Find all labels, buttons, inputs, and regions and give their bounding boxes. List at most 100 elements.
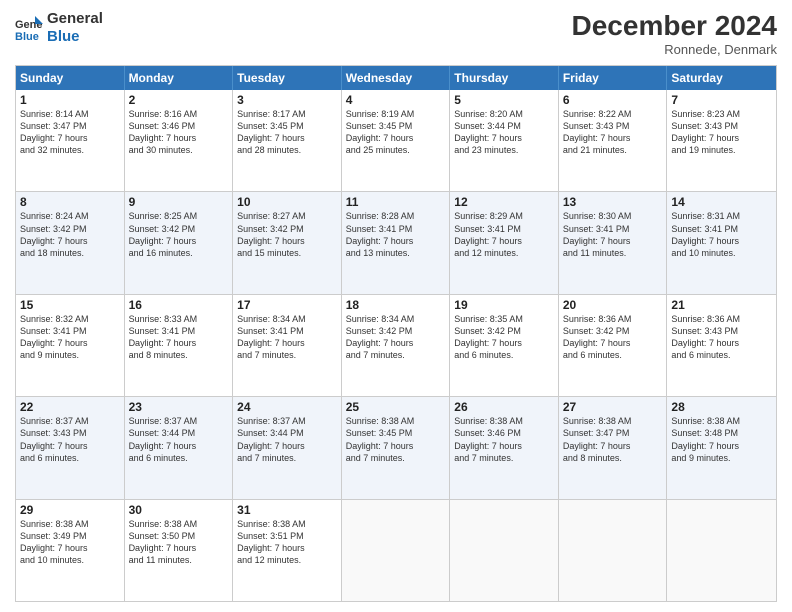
- day-number: 5: [454, 93, 554, 107]
- day-number: 16: [129, 298, 229, 312]
- day-number: 14: [671, 195, 772, 209]
- day-number: 11: [346, 195, 446, 209]
- day-number: 17: [237, 298, 337, 312]
- day-number: 10: [237, 195, 337, 209]
- header-cell-sunday: Sunday: [16, 66, 125, 90]
- location: Ronnede, Denmark: [572, 42, 777, 57]
- day-info: Sunrise: 8:36 AM Sunset: 3:43 PM Dayligh…: [671, 313, 772, 362]
- header-cell-tuesday: Tuesday: [233, 66, 342, 90]
- day-cell-23: 23Sunrise: 8:37 AM Sunset: 3:44 PM Dayli…: [125, 397, 234, 498]
- day-number: 24: [237, 400, 337, 414]
- day-number: 21: [671, 298, 772, 312]
- day-info: Sunrise: 8:37 AM Sunset: 3:43 PM Dayligh…: [20, 415, 120, 464]
- day-number: 22: [20, 400, 120, 414]
- header-cell-wednesday: Wednesday: [342, 66, 451, 90]
- logo-general: General: [47, 10, 103, 28]
- day-cell-19: 19Sunrise: 8:35 AM Sunset: 3:42 PM Dayli…: [450, 295, 559, 396]
- day-cell-13: 13Sunrise: 8:30 AM Sunset: 3:41 PM Dayli…: [559, 192, 668, 293]
- header-cell-monday: Monday: [125, 66, 234, 90]
- day-cell-4: 4Sunrise: 8:19 AM Sunset: 3:45 PM Daylig…: [342, 90, 451, 191]
- day-number: 8: [20, 195, 120, 209]
- logo: General Blue General Blue: [15, 10, 103, 46]
- calendar-body: 1Sunrise: 8:14 AM Sunset: 3:47 PM Daylig…: [16, 90, 776, 601]
- day-cell-31: 31Sunrise: 8:38 AM Sunset: 3:51 PM Dayli…: [233, 500, 342, 601]
- day-cell-3: 3Sunrise: 8:17 AM Sunset: 3:45 PM Daylig…: [233, 90, 342, 191]
- day-number: 31: [237, 503, 337, 517]
- day-cell-1: 1Sunrise: 8:14 AM Sunset: 3:47 PM Daylig…: [16, 90, 125, 191]
- day-info: Sunrise: 8:38 AM Sunset: 3:47 PM Dayligh…: [563, 415, 663, 464]
- logo-blue: Blue: [47, 28, 103, 46]
- day-cell-22: 22Sunrise: 8:37 AM Sunset: 3:43 PM Dayli…: [16, 397, 125, 498]
- day-cell-15: 15Sunrise: 8:32 AM Sunset: 3:41 PM Dayli…: [16, 295, 125, 396]
- day-cell-9: 9Sunrise: 8:25 AM Sunset: 3:42 PM Daylig…: [125, 192, 234, 293]
- day-number: 26: [454, 400, 554, 414]
- logo-icon: General Blue: [15, 14, 43, 42]
- calendar-row-2: 8Sunrise: 8:24 AM Sunset: 3:42 PM Daylig…: [16, 191, 776, 293]
- day-cell-8: 8Sunrise: 8:24 AM Sunset: 3:42 PM Daylig…: [16, 192, 125, 293]
- day-info: Sunrise: 8:24 AM Sunset: 3:42 PM Dayligh…: [20, 210, 120, 259]
- day-info: Sunrise: 8:38 AM Sunset: 3:48 PM Dayligh…: [671, 415, 772, 464]
- day-info: Sunrise: 8:20 AM Sunset: 3:44 PM Dayligh…: [454, 108, 554, 157]
- day-cell-17: 17Sunrise: 8:34 AM Sunset: 3:41 PM Dayli…: [233, 295, 342, 396]
- day-info: Sunrise: 8:31 AM Sunset: 3:41 PM Dayligh…: [671, 210, 772, 259]
- day-cell-2: 2Sunrise: 8:16 AM Sunset: 3:46 PM Daylig…: [125, 90, 234, 191]
- day-cell-11: 11Sunrise: 8:28 AM Sunset: 3:41 PM Dayli…: [342, 192, 451, 293]
- day-cell-30: 30Sunrise: 8:38 AM Sunset: 3:50 PM Dayli…: [125, 500, 234, 601]
- day-number: 18: [346, 298, 446, 312]
- day-cell-7: 7Sunrise: 8:23 AM Sunset: 3:43 PM Daylig…: [667, 90, 776, 191]
- day-cell-14: 14Sunrise: 8:31 AM Sunset: 3:41 PM Dayli…: [667, 192, 776, 293]
- day-number: 4: [346, 93, 446, 107]
- day-cell-16: 16Sunrise: 8:33 AM Sunset: 3:41 PM Dayli…: [125, 295, 234, 396]
- day-info: Sunrise: 8:28 AM Sunset: 3:41 PM Dayligh…: [346, 210, 446, 259]
- day-info: Sunrise: 8:37 AM Sunset: 3:44 PM Dayligh…: [237, 415, 337, 464]
- day-cell-18: 18Sunrise: 8:34 AM Sunset: 3:42 PM Dayli…: [342, 295, 451, 396]
- calendar-row-3: 15Sunrise: 8:32 AM Sunset: 3:41 PM Dayli…: [16, 294, 776, 396]
- day-cell-26: 26Sunrise: 8:38 AM Sunset: 3:46 PM Dayli…: [450, 397, 559, 498]
- day-info: Sunrise: 8:14 AM Sunset: 3:47 PM Dayligh…: [20, 108, 120, 157]
- day-info: Sunrise: 8:35 AM Sunset: 3:42 PM Dayligh…: [454, 313, 554, 362]
- day-info: Sunrise: 8:17 AM Sunset: 3:45 PM Dayligh…: [237, 108, 337, 157]
- month-title: December 2024: [572, 10, 777, 42]
- empty-cell: [559, 500, 668, 601]
- day-cell-28: 28Sunrise: 8:38 AM Sunset: 3:48 PM Dayli…: [667, 397, 776, 498]
- calendar-row-4: 22Sunrise: 8:37 AM Sunset: 3:43 PM Dayli…: [16, 396, 776, 498]
- day-cell-21: 21Sunrise: 8:36 AM Sunset: 3:43 PM Dayli…: [667, 295, 776, 396]
- day-number: 27: [563, 400, 663, 414]
- day-info: Sunrise: 8:38 AM Sunset: 3:46 PM Dayligh…: [454, 415, 554, 464]
- day-info: Sunrise: 8:34 AM Sunset: 3:41 PM Dayligh…: [237, 313, 337, 362]
- day-info: Sunrise: 8:25 AM Sunset: 3:42 PM Dayligh…: [129, 210, 229, 259]
- empty-cell: [450, 500, 559, 601]
- header-cell-friday: Friday: [559, 66, 668, 90]
- svg-text:Blue: Blue: [15, 31, 39, 42]
- day-cell-20: 20Sunrise: 8:36 AM Sunset: 3:42 PM Dayli…: [559, 295, 668, 396]
- calendar-row-5: 29Sunrise: 8:38 AM Sunset: 3:49 PM Dayli…: [16, 499, 776, 601]
- day-number: 9: [129, 195, 229, 209]
- calendar: SundayMondayTuesdayWednesdayThursdayFrid…: [15, 65, 777, 602]
- day-number: 28: [671, 400, 772, 414]
- day-info: Sunrise: 8:37 AM Sunset: 3:44 PM Dayligh…: [129, 415, 229, 464]
- day-info: Sunrise: 8:34 AM Sunset: 3:42 PM Dayligh…: [346, 313, 446, 362]
- day-cell-10: 10Sunrise: 8:27 AM Sunset: 3:42 PM Dayli…: [233, 192, 342, 293]
- day-info: Sunrise: 8:38 AM Sunset: 3:45 PM Dayligh…: [346, 415, 446, 464]
- day-number: 2: [129, 93, 229, 107]
- day-info: Sunrise: 8:30 AM Sunset: 3:41 PM Dayligh…: [563, 210, 663, 259]
- day-info: Sunrise: 8:16 AM Sunset: 3:46 PM Dayligh…: [129, 108, 229, 157]
- day-cell-29: 29Sunrise: 8:38 AM Sunset: 3:49 PM Dayli…: [16, 500, 125, 601]
- day-info: Sunrise: 8:33 AM Sunset: 3:41 PM Dayligh…: [129, 313, 229, 362]
- page-header: General Blue General Blue December 2024 …: [15, 10, 777, 57]
- empty-cell: [342, 500, 451, 601]
- calendar-row-1: 1Sunrise: 8:14 AM Sunset: 3:47 PM Daylig…: [16, 90, 776, 191]
- day-number: 23: [129, 400, 229, 414]
- day-info: Sunrise: 8:19 AM Sunset: 3:45 PM Dayligh…: [346, 108, 446, 157]
- header-cell-thursday: Thursday: [450, 66, 559, 90]
- day-number: 6: [563, 93, 663, 107]
- day-number: 20: [563, 298, 663, 312]
- day-info: Sunrise: 8:23 AM Sunset: 3:43 PM Dayligh…: [671, 108, 772, 157]
- day-cell-5: 5Sunrise: 8:20 AM Sunset: 3:44 PM Daylig…: [450, 90, 559, 191]
- day-number: 19: [454, 298, 554, 312]
- day-info: Sunrise: 8:32 AM Sunset: 3:41 PM Dayligh…: [20, 313, 120, 362]
- day-info: Sunrise: 8:22 AM Sunset: 3:43 PM Dayligh…: [563, 108, 663, 157]
- title-block: December 2024 Ronnede, Denmark: [572, 10, 777, 57]
- day-info: Sunrise: 8:38 AM Sunset: 3:51 PM Dayligh…: [237, 518, 337, 567]
- empty-cell: [667, 500, 776, 601]
